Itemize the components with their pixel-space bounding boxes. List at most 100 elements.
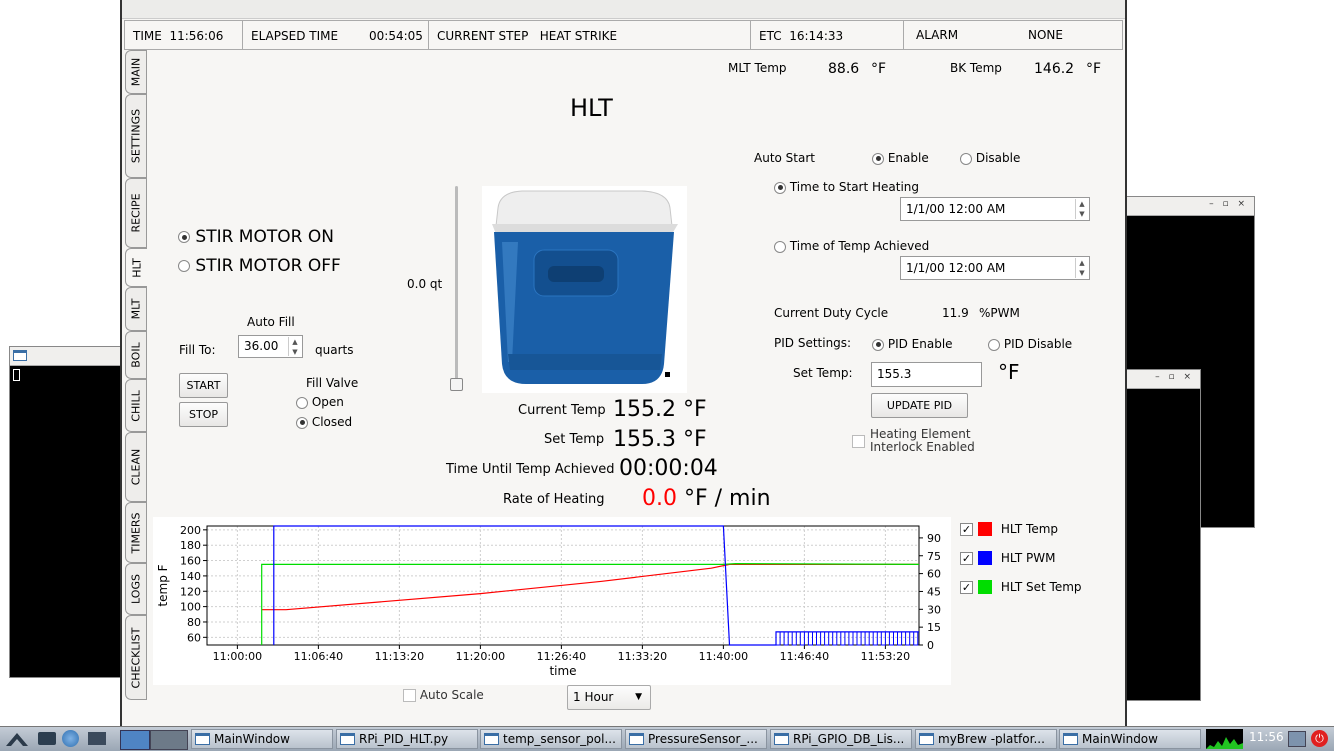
legend-hlt-temp[interactable]: ✓ HLT Temp [960,522,1058,536]
mlt-temp-unit: °F [871,61,887,77]
time-value: 11:56:06 [169,29,224,43]
tab-label: CHILL [129,389,143,422]
tab-recipe[interactable]: RECIPE [125,178,147,248]
temp-achieved-datetime[interactable]: 1/1/00 12:00 AM ▲ ▼ [900,256,1090,280]
window-titlebar[interactable]: – ▫ × [1124,197,1254,216]
pid-set-temp-input[interactable]: 155.3 [871,362,982,387]
window-icon [195,733,210,745]
auto-start-enable-radio[interactable]: Enable [872,151,929,165]
taskbar-item[interactable]: myBrew -platfor... [915,729,1057,749]
tab-checklist[interactable]: CHECKLIST [125,615,147,700]
start-heating-radio[interactable]: Time to Start Heating [774,180,919,194]
auto-scale-checkbox[interactable]: Auto Scale [403,688,484,702]
window-top-strip [122,0,1125,19]
radio-on-icon [296,416,308,429]
spin-arrows-icon[interactable]: ▲ ▼ [288,337,301,356]
background-terminal-window[interactable] [9,346,123,678]
temp-achieved-radio[interactable]: Time of Temp Achieved [774,239,929,253]
tab-mlt[interactable]: MLT [125,287,147,331]
power-icon[interactable]: ⏻ [1311,730,1328,747]
update-pid-button[interactable]: UPDATE PID [871,393,968,418]
time-range-select[interactable]: 1 Hour ▼ [567,685,651,710]
taskbar-item[interactable]: MainWindow [1059,729,1201,749]
taskbar-item[interactable]: RPi_GPIO_DB_Lis... [770,729,912,749]
x-tick-label: 11:06:40 [294,650,343,663]
pid-disable-radio[interactable]: PID Disable [988,337,1072,351]
taskbar-item-label: myBrew -platfor... [938,732,1045,746]
taskbar-item[interactable]: MainWindow [191,729,333,749]
time-range-value: 1 Hour [573,690,614,704]
taskbar-item[interactable]: RPi_PID_HLT.py [336,729,478,749]
tab-settings[interactable]: SETTINGS [125,94,147,178]
desktop-2-icon[interactable] [150,730,188,750]
volume-readout: 0.0 qt [407,277,443,291]
stir-off-radio[interactable]: STIR MOTOR OFF [178,256,341,276]
fill-to-input[interactable]: 36.00 ▲ ▼ [238,335,303,358]
window-controls-icon[interactable]: – ▫ × [1155,372,1194,382]
stop-button[interactable]: STOP [179,402,228,427]
launcher-icon[interactable] [4,730,30,748]
fill-valve-label: Fill Valve [306,376,359,390]
tab-clean[interactable]: CLEAN [125,432,147,502]
tab-boil[interactable]: BOIL [125,331,147,379]
valve-closed-radio[interactable]: Closed [296,415,352,429]
tab-label: TIMERS [129,511,143,554]
time-until-label: Time Until Temp Achieved [446,462,615,477]
tab-chill[interactable]: CHILL [125,379,147,432]
tab-logs[interactable]: LOGS [125,563,147,615]
taskbar-item[interactable]: temp_sensor_pol... [480,729,622,749]
y-tick-label-left: 80 [187,616,201,629]
volume-slider-track[interactable] [455,186,458,382]
duty-cycle-value: 11.9 [942,306,969,320]
interlock-label-line2: Interlock Enabled [870,440,975,454]
x-tick-label: 11:33:20 [618,650,667,663]
pid-enable-radio[interactable]: PID Enable [872,337,953,351]
window-titlebar[interactable] [10,347,122,366]
valve-open-radio[interactable]: Open [296,395,344,409]
taskbar-item[interactable]: PressureSensor_... [625,729,767,749]
rate-value-wrap: 0.0 °F / min [642,486,771,511]
tab-label: MAIN [129,57,143,87]
screen-lock-icon[interactable] [1288,731,1306,747]
mlt-temp-value: 88.6 [828,61,860,77]
start-button[interactable]: START [179,373,228,398]
legend-hlt-pwm[interactable]: ✓ HLT PWM [960,551,1055,565]
volume-slider-handle[interactable] [450,378,463,391]
status-etc: ETC 16:14:33 [751,21,904,49]
legend-hlt-set-temp[interactable]: ✓ HLT Set Temp [960,580,1082,594]
interlock-checkbox[interactable] [852,434,865,448]
auto-scale-label: Auto Scale [419,688,484,702]
spin-arrows-icon[interactable]: ▲ ▼ [1075,258,1088,278]
taskbar-clock[interactable]: 11:56 [1249,730,1284,744]
window-controls-icon[interactable]: – ▫ × [1209,199,1248,209]
terminal-cursor [13,369,20,381]
tab-timers[interactable]: TIMERS [125,502,147,563]
radio-off-icon [988,338,1000,351]
file-manager-icon[interactable] [38,732,56,745]
interlock-label: Heating Element Interlock Enabled [870,428,975,454]
auto-fill-title: Auto Fill [247,315,295,329]
alarm-label: ALARM [916,28,959,42]
y-tick-label-left: 100 [180,601,201,614]
window-titlebar[interactable]: – ▫ × [1124,370,1200,389]
legend-swatch-set [978,580,992,594]
browser-icon[interactable] [62,730,79,747]
terminal-launcher-icon[interactable] [88,732,106,745]
y-tick-label-right: 75 [927,550,941,563]
checkbox-checked-icon: ✓ [960,581,973,594]
background-window-right-2[interactable]: – ▫ × [1123,369,1201,701]
tab-main[interactable]: MAIN [125,50,147,94]
auto-start-disable-radio[interactable]: Disable [960,151,1020,165]
spin-arrows-icon[interactable]: ▲ ▼ [1075,199,1088,219]
tab-label: CLEAN [129,448,143,486]
x-tick-label: 11:26:40 [537,650,586,663]
stir-on-radio[interactable]: STIR MOTOR ON [178,227,334,247]
radio-off-icon [178,260,190,272]
y-tick-label-left: 140 [180,570,201,583]
desktop-1-icon[interactable] [120,730,150,750]
tab-hlt[interactable]: HLT [125,248,147,287]
y-tick-label-right: 60 [927,568,941,581]
elapsed-label: ELAPSED TIME [251,29,339,43]
time-label: TIME [133,29,162,43]
start-heating-datetime[interactable]: 1/1/00 12:00 AM ▲ ▼ [900,197,1090,221]
